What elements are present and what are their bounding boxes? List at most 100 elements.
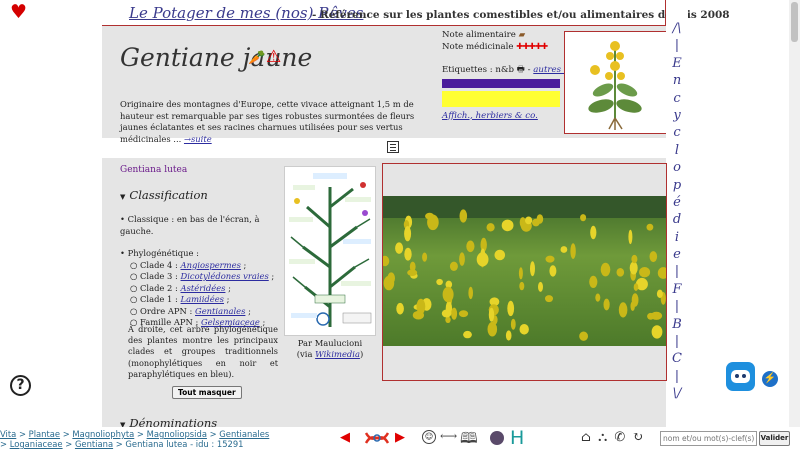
encyclopedia-letter[interactable]: | (666, 37, 688, 54)
phylogenetic-tree-image[interactable] (284, 166, 376, 336)
submit-button[interactable]: Valider (759, 431, 790, 446)
encyclopedia-letter[interactable]: F (666, 281, 688, 298)
phone-icon[interactable]: ✆ (614, 430, 625, 445)
row-label: Ordre APN : (139, 305, 193, 316)
tag-swatch-yellow[interactable] (442, 90, 560, 107)
encyclopedia-letter[interactable]: i (666, 229, 688, 246)
list-item: ○ Ordre APN : Gentianales ; (130, 305, 251, 316)
search-input[interactable] (660, 431, 757, 446)
encyclopedia-letter[interactable]: B (666, 316, 688, 333)
medicinal-rating-label: Note médicinale (442, 41, 514, 52)
phylo-paragraph: À droite, cet arbre phylogénétique des p… (128, 324, 278, 379)
hide-all-button[interactable]: Tout masquer (172, 386, 242, 399)
warning-icon[interactable]: ⚠ (266, 47, 281, 67)
encyclopedia-letter[interactable]: y (666, 107, 688, 124)
herbarium-link[interactable]: Affich., herbiers & co. (442, 111, 564, 123)
breadcrumb-item[interactable]: Vita (0, 429, 16, 439)
row-label: Clade 2 : (139, 282, 178, 293)
classification-heading[interactable]: ▼ Classification (120, 188, 208, 202)
encyclopedia-letter[interactable]: \/ (666, 385, 688, 402)
bottom-bar: Vita > Plantae > Magnoliophyta > Magnoli… (0, 427, 800, 449)
page-title: Gentiane jaune (120, 43, 313, 72)
scrollbar-track[interactable] (789, 0, 800, 427)
read-more-link[interactable]: →suite (184, 134, 212, 144)
swap-arrows-icon[interactable]: ⟷ (440, 429, 457, 443)
list-item: ○ Clade 2 : Astéridées ; (130, 282, 231, 293)
encyclopedia-letter[interactable]: p (666, 177, 688, 194)
breadcrumb-item[interactable]: Gentianales (219, 429, 269, 439)
breadcrumb-item[interactable]: Magnoliophyta (72, 429, 134, 439)
list-item: ○ Clade 4 : Angiospermes ; (130, 259, 247, 270)
scrollbar-thumb[interactable] (791, 2, 798, 42)
home-icon[interactable]: ⌂ (581, 430, 591, 445)
gentian-illustration-icon (565, 32, 666, 133)
user-icon[interactable]: ☺ (422, 430, 436, 444)
medicinal-rating: Note médicinale ✚✚✚✚✚ (442, 42, 564, 54)
encyclopedia-letter[interactable]: | (666, 333, 688, 350)
main-content: Gentiana lutea ▼ Classification • Classiq… (102, 158, 667, 449)
clade-link[interactable]: Astéridées (181, 283, 226, 293)
encyclopedia-letter[interactable]: d (666, 211, 688, 228)
heart-icon[interactable]: ♥ (10, 3, 27, 22)
caption-author: Par Maulucioni (297, 338, 363, 348)
tags-label: Etiquettes : n&b (442, 65, 515, 75)
encyclopedia-letter[interactable]: é (666, 194, 688, 211)
plant-photo-frame[interactable] (382, 163, 667, 381)
breadcrumb-item[interactable]: Magnoliopsida (147, 429, 207, 439)
lightning-icon[interactable]: ⚡ (762, 371, 778, 387)
latin-name: Gentiana lutea (120, 165, 188, 175)
tree-caption: Par Maulucioni (via Wikimedia) (284, 338, 376, 360)
order-link[interactable]: Gentianales (195, 306, 245, 316)
list-item: ○ Clade 3 : Dicotylédones vraies ; (130, 271, 275, 281)
breadcrumb-item[interactable]: Gentiana (75, 439, 113, 449)
knot-logo-icon[interactable] (362, 429, 392, 447)
hierarchy-icon[interactable]: ⛬ (598, 430, 607, 445)
medicinal-crosses-icon: ✚✚✚✚✚ (516, 41, 548, 52)
encyclopedia-letter[interactable]: o (666, 159, 688, 176)
encyclopedia-letter[interactable]: /\ (666, 20, 688, 37)
encyclopedia-letter[interactable]: | (666, 368, 688, 385)
wikimedia-link[interactable]: Wikimedia (315, 349, 360, 359)
notes-block: Note alimentaire ▰ Note médicinale ✚✚✚✚✚… (442, 30, 576, 123)
refresh-icon[interactable]: ↻ (632, 430, 643, 445)
breadcrumb-current: Gentiana lutea - idu : 15291 (125, 439, 244, 449)
encyclopedia-letter[interactable]: | (666, 263, 688, 280)
encyclopedia-letter[interactable]: l (666, 142, 688, 159)
next-arrow-icon[interactable]: ▶ (395, 430, 405, 445)
tag-swatch-purple[interactable] (442, 78, 560, 88)
food-rating-icon: ▰ (518, 30, 526, 40)
botanical-illustration[interactable] (564, 31, 667, 134)
previous-arrow-icon[interactable]: ◀ (340, 430, 350, 445)
classification-title: Classification (129, 188, 208, 202)
encyclopedia-letter[interactable]: c (666, 124, 688, 141)
gentian-field-photo-icon (383, 196, 666, 346)
classification-body: • Classique : en bas de l'écran, à gauch… (120, 214, 280, 329)
phylo-line: • Phylogénétique : (120, 248, 199, 258)
printer-icon[interactable]: 🖶 (517, 65, 525, 75)
h-letter-icon[interactable]: H (510, 427, 524, 449)
theme-dot-icon[interactable] (490, 431, 504, 445)
phylo-list: ○ Clade 4 : Angiospermes ; ○ Clade 3 : D… (130, 260, 280, 329)
encyclopedia-letter[interactable]: E (666, 55, 688, 72)
toc-icon[interactable] (387, 141, 399, 153)
open-book-icon[interactable]: 🕮 (460, 428, 478, 449)
help-icon[interactable]: ? (10, 375, 31, 396)
classique-line: • Classique : en bas de l'écran, à gauch… (120, 214, 260, 236)
collapse-triangle-icon[interactable]: ▼ (120, 193, 125, 201)
row-label: Clade 1 : (139, 294, 178, 304)
encyclopedia-letter[interactable]: c (666, 90, 688, 107)
encyclopedia-letter[interactable]: e (666, 246, 688, 263)
encyclopedia-letter[interactable]: C (666, 350, 688, 367)
breadcrumb: Vita > Plantae > Magnoliophyta > Magnoli… (0, 429, 270, 449)
clade-link[interactable]: Lamiidées (181, 294, 224, 304)
clade-link[interactable]: Angiospermes (181, 260, 241, 270)
breadcrumb-item[interactable]: Plantae (29, 429, 60, 439)
chatbot-icon[interactable] (726, 362, 755, 391)
encyclopedia-letter[interactable]: | (666, 298, 688, 315)
encyclopedia-letter[interactable]: n (666, 72, 688, 89)
breadcrumb-item[interactable]: Loganiaceae (10, 439, 63, 449)
caption-end: ) (359, 349, 364, 359)
clade-link[interactable]: Dicotylédones vraies (181, 271, 269, 281)
toolbar-icons: ⌂ ⛬ ✆ ↻ (581, 430, 646, 445)
caption-via: (via (296, 349, 313, 359)
